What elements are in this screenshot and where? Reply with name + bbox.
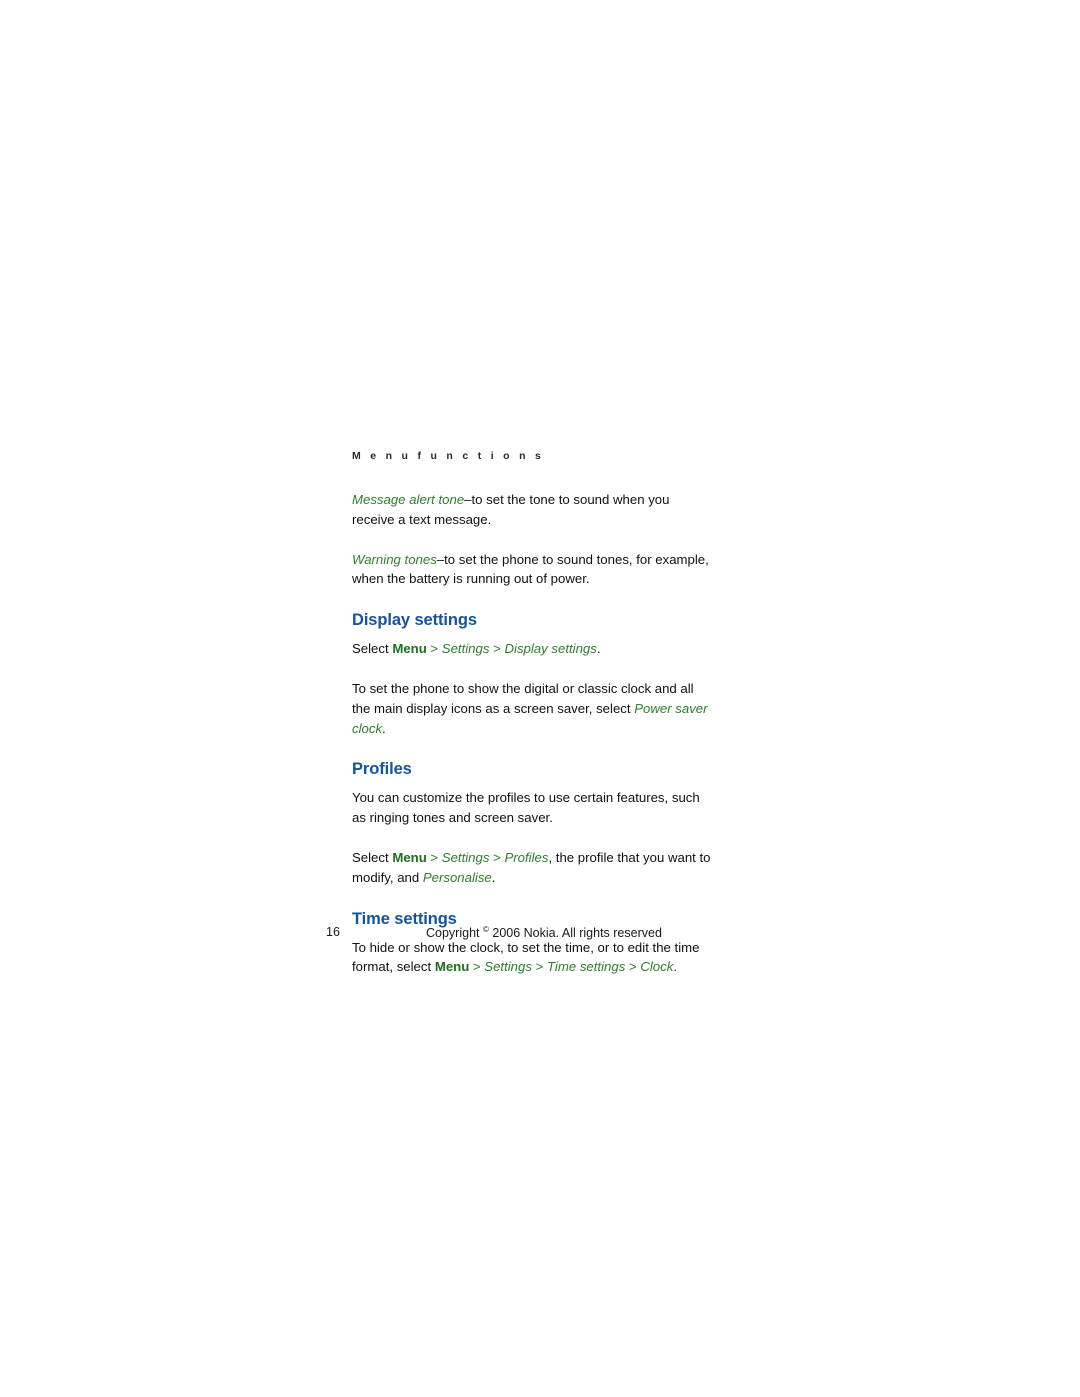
path-separator-display-2: > [489, 641, 505, 657]
copyright-notice: Copyright © 2006 Nokia. All rights reser… [426, 925, 662, 940]
path-item-clock: Clock [640, 959, 674, 975]
path-separator-time-3: > [625, 959, 641, 975]
path-item-settings-time: Settings [484, 959, 532, 975]
copyright-text-post: 2006 Nokia. All rights reserved [488, 926, 662, 941]
path-line-display-settings: Select Menu > Settings > Display setting… [352, 639, 712, 659]
time-period: . [673, 959, 677, 975]
page-content: M e n u f u n c t i o n s Message alert … [352, 450, 712, 997]
em-dash-1: – [464, 492, 472, 507]
document-page: M e n u f u n c t i o n s Message alert … [0, 0, 1080, 1397]
copyright-text-pre: Copyright [426, 926, 483, 941]
path-separator-time-1: > [469, 959, 485, 975]
path-item-settings-profiles: Settings [441, 849, 490, 865]
path-item-profiles: Profiles [504, 849, 549, 865]
path-lead-profiles: Select [352, 849, 393, 865]
profiles-period: . [491, 869, 496, 885]
path-item-personalise: Personalise [422, 869, 492, 885]
path-lead-display: Select [352, 641, 393, 657]
paragraph-profiles-body: You can customize the profiles to use ce… [352, 790, 700, 826]
path-item-time-settings: Time settings [546, 959, 626, 975]
path-separator-display-1: > [426, 641, 442, 657]
path-separator-profiles-2: > [489, 849, 505, 865]
display-body-period: . [382, 720, 386, 736]
page-number: 16 [326, 925, 340, 939]
menu-keyword-profiles: Menu [392, 849, 427, 865]
running-head: M e n u f u n c t i o n s [352, 450, 545, 462]
section-heading-profiles: Profiles [352, 760, 412, 779]
path-line-profiles: Select Menu > Settings > Profiles, the p… [352, 848, 712, 888]
term-message-alert-tone: Message alert tone [352, 492, 465, 507]
menu-keyword-time: Menu [434, 959, 470, 975]
path-separator-profiles-1: > [426, 849, 442, 865]
path-period-display: . [596, 641, 601, 657]
menu-keyword-display: Menu [392, 641, 427, 657]
paragraph-message-alert-tone: Message alert tone–to set the tone to so… [352, 490, 712, 530]
paragraph-display-settings-body: To set the phone to show the digital or … [352, 679, 712, 738]
term-warning-tones: Warning tones [352, 551, 437, 567]
path-item-display-settings: Display settings [504, 641, 597, 657]
page-footer: 16 Copyright © 2006 Nokia. All rights re… [0, 925, 1080, 945]
paragraph-warning-tones: Warning tones–to set the phone to sound … [352, 550, 712, 590]
path-separator-time-2: > [531, 959, 547, 975]
path-item-settings-display: Settings [441, 641, 490, 657]
section-heading-display-settings: Display settings [352, 611, 477, 630]
